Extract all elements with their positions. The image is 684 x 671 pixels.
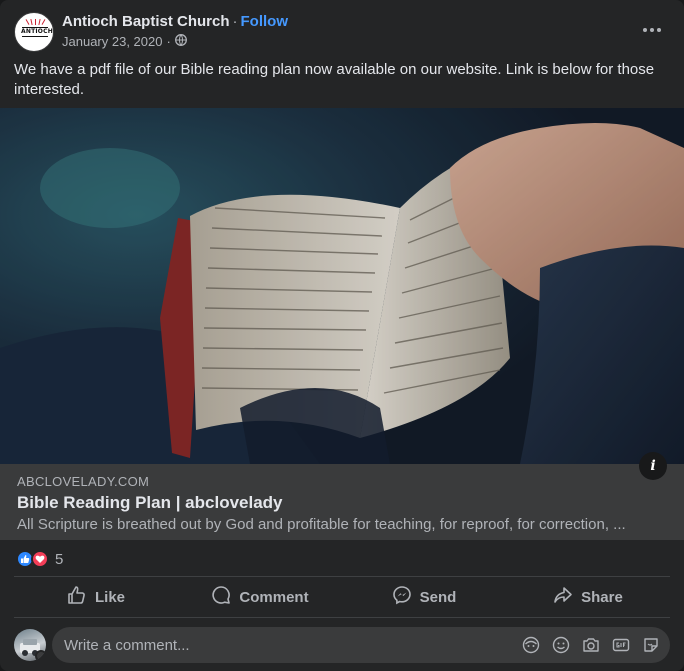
thumbs-up-icon [67, 585, 87, 609]
post-meta: January 23, 2020 · [62, 34, 187, 49]
post-actions: Like Comment Send Share [14, 578, 670, 616]
comment-composer [14, 627, 670, 663]
post-text: We have a pdf file of our Bible reading … [14, 61, 655, 98]
comment-bubble-icon [211, 585, 231, 609]
messenger-icon [392, 585, 412, 609]
avatar-logo-text: ANTIOCH [21, 28, 53, 35]
meta-separator: · [166, 34, 171, 49]
more-options-icon[interactable] [640, 20, 664, 40]
gif-icon[interactable] [612, 636, 630, 654]
info-icon[interactable]: i [639, 452, 667, 480]
comment-box [52, 627, 670, 663]
love-reaction-icon [31, 550, 49, 568]
avatar-menu-icon[interactable] [35, 650, 46, 661]
divider [14, 576, 670, 577]
avatar-sticker-icon[interactable] [522, 636, 540, 654]
link-description: All Scripture is breathed out by God and… [17, 516, 626, 533]
globe-icon[interactable] [174, 34, 187, 49]
camera-icon[interactable] [582, 636, 600, 654]
comment-button[interactable]: Comment [178, 578, 342, 616]
post-date-link[interactable]: January 23, 2020 [62, 34, 162, 49]
comment-tools [522, 636, 660, 654]
send-button[interactable]: Send [342, 578, 506, 616]
like-label: Like [94, 588, 125, 606]
emoji-icon[interactable] [552, 636, 570, 654]
like-button[interactable]: Like [14, 578, 178, 616]
comment-label: Comment [239, 588, 309, 606]
link-title[interactable]: Bible Reading Plan | abclovelady [17, 493, 283, 513]
link-preview-image[interactable] [0, 108, 684, 464]
link-domain: ABCLOVELADY.COM [17, 474, 150, 489]
post-header: ANTIOCH Antioch Baptist Church · Follow Ja… [14, 12, 670, 54]
page-name-link[interactable]: Antioch Baptist Church [62, 13, 230, 30]
comment-input[interactable] [64, 627, 504, 663]
page-avatar[interactable]: ANTIOCH [14, 12, 54, 52]
share-label: Share [581, 588, 623, 606]
share-button[interactable]: Share [506, 578, 670, 616]
post-author-row: Antioch Baptist Church · Follow [62, 13, 288, 30]
share-arrow-icon [553, 585, 573, 609]
user-avatar[interactable] [14, 629, 46, 661]
send-label: Send [419, 588, 457, 606]
follow-button[interactable]: Follow [241, 13, 289, 30]
reaction-count: 5 [55, 550, 64, 568]
separator-dot: · [232, 13, 238, 30]
sticker-icon[interactable] [642, 636, 660, 654]
reaction-summary[interactable]: 5 [16, 549, 63, 569]
divider [14, 617, 670, 618]
link-preview-info[interactable]: ABCLOVELADY.COM Bible Reading Plan | abc… [0, 464, 684, 540]
post-card: ANTIOCH Antioch Baptist Church · Follow Ja… [0, 0, 684, 671]
